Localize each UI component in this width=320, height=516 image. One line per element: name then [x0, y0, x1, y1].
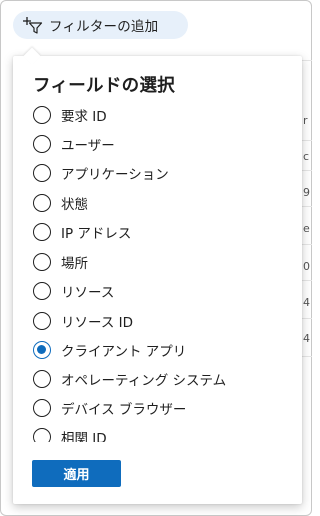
option-correlation-id[interactable]: 相関 ID: [33, 424, 288, 442]
add-filter-icon: [23, 17, 43, 34]
cell-fragment: e: [303, 222, 310, 235]
apply-button[interactable]: 適用: [32, 460, 121, 487]
radio-button[interactable]: [33, 370, 51, 388]
option-label: リソース ID: [61, 315, 133, 331]
option-label: リソース: [61, 285, 115, 301]
option-request-id[interactable]: 要求 ID: [33, 102, 288, 128]
option-label: 場所: [61, 256, 88, 272]
cell-fragment: 4: [303, 296, 310, 309]
cell-fragment: 0: [303, 260, 310, 273]
option-resource[interactable]: リソース: [33, 278, 288, 304]
field-select-panel: フィールドの選択 要求 ID ユーザー アプリケーション 状態 IP アドレス …: [13, 47, 302, 504]
option-label: デバイス ブラウザー: [61, 402, 187, 418]
radio-button[interactable]: [33, 399, 51, 417]
radio-button[interactable]: [33, 428, 51, 442]
option-operating-system[interactable]: オペレーティング システム: [33, 366, 288, 392]
row-divider: [302, 356, 312, 357]
row-divider: [302, 140, 312, 141]
row-divider: [302, 206, 312, 207]
option-device-browser[interactable]: デバイス ブラウザー: [33, 395, 288, 421]
option-label: クライアント アプリ: [61, 344, 187, 360]
cell-fragment: 4: [303, 332, 310, 345]
cell-fragment: c: [303, 150, 310, 163]
cell-fragment: 9: [303, 186, 310, 199]
add-filter-button[interactable]: フィルターの追加: [13, 11, 188, 39]
option-label: 相関 ID: [61, 431, 107, 442]
panel-title: フィールドの選択: [33, 76, 176, 96]
row-divider: [302, 318, 312, 319]
radio-button-selected[interactable]: [33, 341, 51, 359]
row-divider: [302, 170, 312, 171]
radio-button[interactable]: [33, 135, 51, 153]
field-options-list[interactable]: 要求 ID ユーザー アプリケーション 状態 IP アドレス 場所 リソース リ…: [33, 102, 288, 442]
radio-button[interactable]: [33, 253, 51, 271]
radio-button[interactable]: [33, 282, 51, 300]
option-application[interactable]: アプリケーション: [33, 160, 288, 186]
option-label: ユーザー: [61, 138, 115, 154]
row-divider: [302, 280, 312, 281]
radio-button[interactable]: [33, 106, 51, 124]
row-divider: [302, 60, 312, 61]
option-label: オペレーティング システム: [61, 373, 227, 389]
option-status[interactable]: 状態: [33, 190, 288, 216]
radio-button[interactable]: [33, 164, 51, 182]
option-label: IP アドレス: [61, 226, 132, 242]
cell-fragment: r: [303, 114, 308, 127]
option-label: 要求 ID: [61, 109, 107, 125]
option-client-app[interactable]: クライアント アプリ: [33, 337, 288, 363]
option-resource-id[interactable]: リソース ID: [33, 308, 288, 334]
option-location[interactable]: 場所: [33, 249, 288, 275]
radio-button[interactable]: [33, 194, 51, 212]
option-label: アプリケーション: [61, 167, 169, 183]
row-divider: [302, 244, 312, 245]
add-filter-label: フィルターの追加: [49, 19, 159, 35]
option-ip-address[interactable]: IP アドレス: [33, 219, 288, 245]
radio-button[interactable]: [33, 312, 51, 330]
radio-button[interactable]: [33, 223, 51, 241]
option-label: 状態: [61, 197, 88, 213]
background-table: r c 9 e 0 4 4: [302, 60, 312, 460]
option-user[interactable]: ユーザー: [33, 131, 288, 157]
